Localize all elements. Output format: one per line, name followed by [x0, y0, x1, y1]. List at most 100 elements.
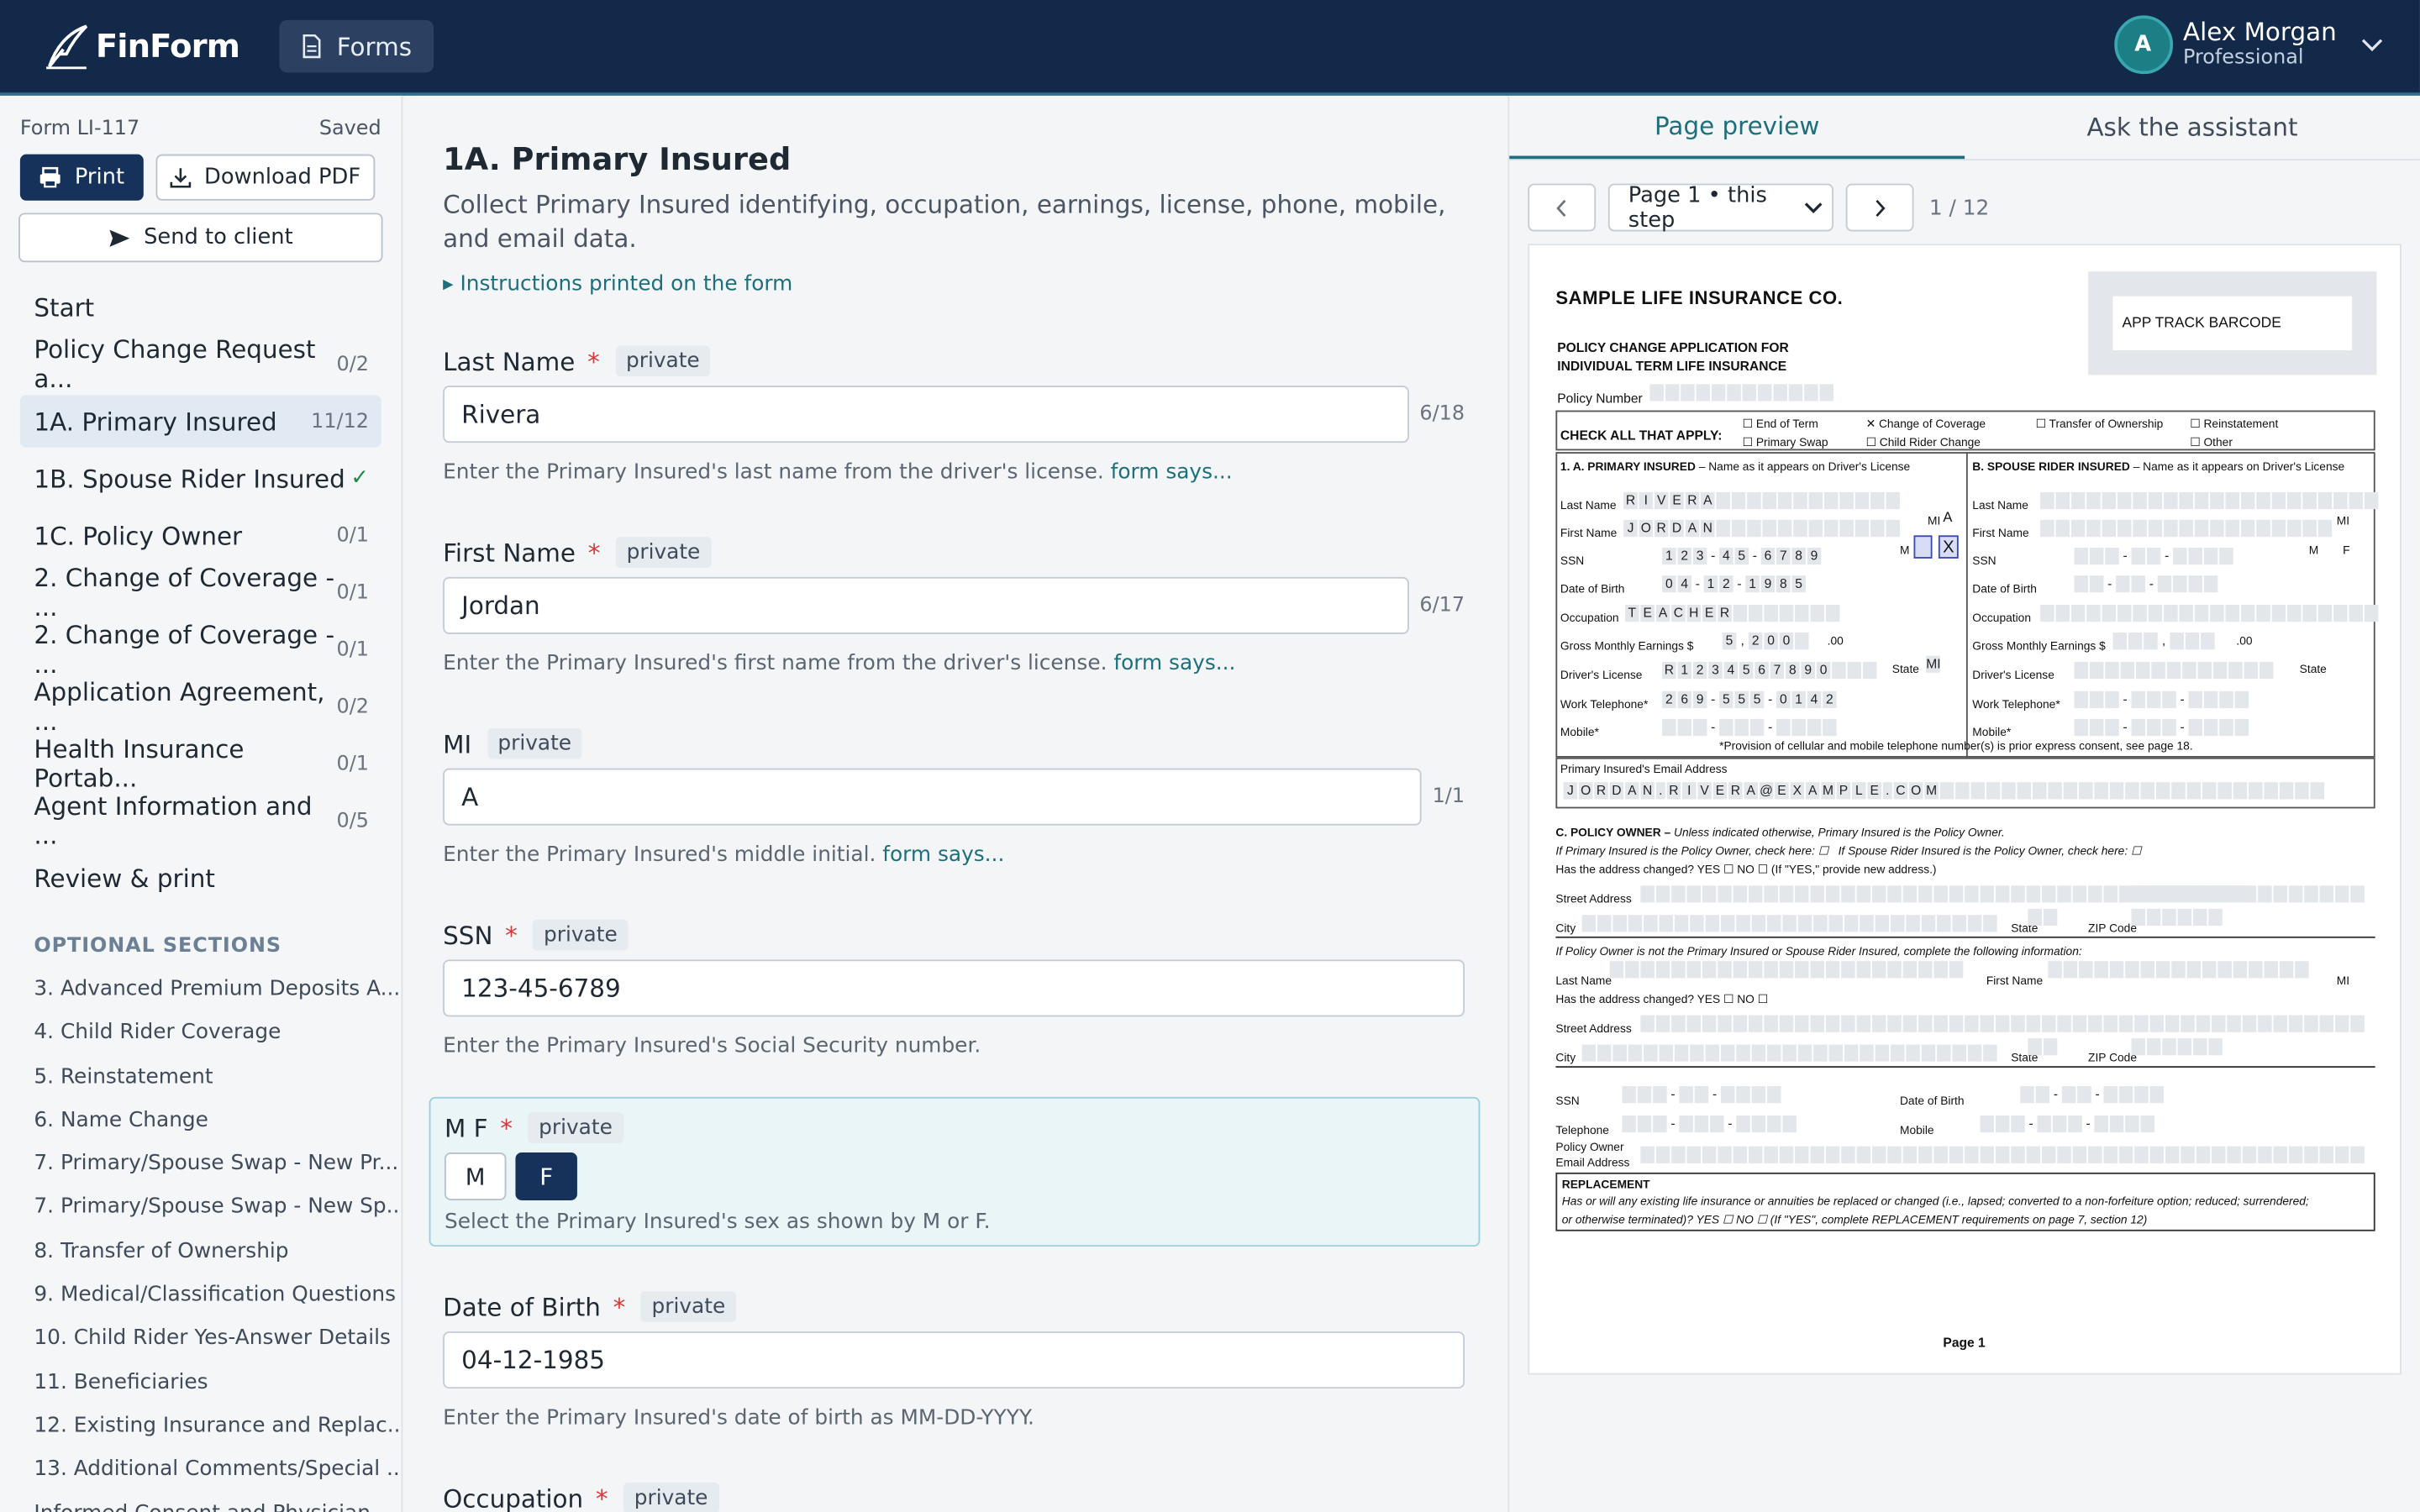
nav-item-start[interactable]: Start — [20, 281, 381, 333]
optional-item[interactable]: Informed Consent and Physician... — [0, 1491, 402, 1512]
owner-email-cell — [2149, 1146, 2165, 1163]
extra-value-cell — [2146, 1038, 2161, 1056]
ssn-field: SSN * private 123-45-6789 Enter the Primar… — [443, 919, 1465, 1058]
nav-item-health-insurance[interactable]: Health Insurance Portab... 0/1 — [20, 734, 381, 793]
primary-value-cell: 5 — [1734, 690, 1749, 709]
first-name-input[interactable]: Jordan — [443, 576, 1409, 634]
print-button[interactable]: Print — [19, 154, 144, 201]
optional-item[interactable]: 6. Name Change — [0, 1099, 402, 1142]
nav-item-agent-information[interactable]: Agent Information and ... 0/5 — [20, 791, 381, 850]
mi-input[interactable]: A — [443, 768, 1422, 826]
street2-cell — [1825, 1015, 1840, 1032]
primary-value-cell: A — [1685, 519, 1700, 538]
finform-logo[interactable]: FinForm — [40, 20, 240, 72]
tab-ask-assistant[interactable]: Ask the assistant — [1965, 96, 2420, 159]
street2-cell — [1733, 1015, 1748, 1032]
owner-email-cell — [1871, 1146, 1886, 1163]
ssn-input[interactable]: 123-45-6789 — [443, 959, 1465, 1017]
send-to-client-button[interactable]: Send to client — [18, 213, 383, 263]
nav-item-change-coverage-2[interactable]: 2. Change of Coverage - ... 0/1 — [20, 620, 381, 679]
instructions-toggle[interactable]: ▸ Instructions printed on the form — [443, 271, 792, 296]
street2-cell — [1671, 1015, 1686, 1032]
extra-value-cell: - — [2095, 1086, 2100, 1102]
form-says-link[interactable]: form says... — [882, 843, 1004, 867]
nav-item-policy-change[interactable]: Policy Change Request a... 0/2 — [20, 335, 381, 394]
nav-item-spouse-rider[interactable]: 1B. Spouse Rider Insured ✓ — [20, 452, 381, 504]
spouse-value-cell: - — [2123, 690, 2128, 707]
city2-cell — [1720, 1044, 1735, 1062]
optional-item[interactable]: 10. Child Rider Yes-Answer Details — [0, 1316, 402, 1360]
optional-item[interactable]: 4. Child Rider Coverage — [0, 1011, 402, 1055]
nav-item-review-print[interactable]: Review & print — [20, 852, 381, 904]
optional-item[interactable]: 9. Medical/Classification Questions — [0, 1273, 402, 1316]
owner-first-cell — [2155, 961, 2170, 979]
primary-value-cell: T — [1625, 604, 1639, 622]
optional-item[interactable]: 12. Existing Insurance and Replac... — [0, 1404, 401, 1447]
street1-cell — [2026, 885, 2041, 903]
extra-value-cell — [2162, 885, 2176, 903]
field-help: Select the Primary Insured's sex as show… — [444, 1209, 991, 1235]
email-cells-cell — [2079, 782, 2093, 800]
spouse-value-cell — [2102, 519, 2117, 538]
sex-option-m[interactable]: M — [444, 1152, 507, 1200]
primary-value-cell — [1847, 661, 1862, 680]
nav-item-application-agreement[interactable]: Application Agreement, ... 0/2 — [20, 677, 381, 736]
addr-changed-line: Has the address changed? YES ☐ NO ☐ (If … — [1555, 862, 1937, 877]
optional-item[interactable]: 5. Reinstatement — [0, 1055, 402, 1099]
city1-cell — [1875, 915, 1890, 932]
owner-email-cell — [1856, 1146, 1871, 1163]
email-cells-cell — [1986, 782, 2001, 800]
street1-cell — [1965, 885, 1979, 903]
email-cells-cell: C — [1893, 782, 1908, 800]
city2-cell — [1597, 1044, 1612, 1062]
owner-first-cell — [2171, 961, 2186, 979]
spouse-value-cell — [2074, 575, 2089, 593]
nav-item-policy-owner[interactable]: 1C. Policy Owner 0/1 — [20, 509, 381, 561]
spouse-value-cell — [2201, 633, 2215, 650]
primary-value-cell — [1810, 604, 1824, 622]
optional-item[interactable]: 7. Primary/Spouse Swap - New Sp... — [0, 1185, 401, 1229]
street1-cell — [1655, 885, 1670, 903]
forms-button[interactable]: Forms — [279, 19, 434, 73]
optional-item[interactable]: 7. Primary/Spouse Swap - New Pr... — [0, 1142, 402, 1186]
nav-label: Health Insurance Portab... — [34, 734, 245, 794]
email-cells-cell — [2048, 782, 2062, 800]
nav-item-change-coverage-1[interactable]: 2. Change of Coverage - ... 0/1 — [20, 563, 381, 622]
primary-value-cell — [1747, 519, 1761, 538]
sex-option-f[interactable]: F — [515, 1152, 577, 1200]
check-option: Other — [2203, 434, 2233, 449]
email-cells-cell: E — [1775, 782, 1789, 800]
optional-item[interactable]: 11. Beneficiaries — [0, 1360, 402, 1404]
primary-value-cell: 5 — [1722, 633, 1737, 650]
form-says-link[interactable]: form says... — [1111, 459, 1233, 484]
form-says-link[interactable]: form says... — [1113, 651, 1235, 675]
owner-email-cell — [2288, 1146, 2303, 1163]
user-menu[interactable]: A Alex Morgan Professional — [2113, 15, 2383, 75]
owner-last-cell — [1733, 961, 1748, 979]
street1-cell — [2072, 885, 2087, 903]
primary-value-cell — [1777, 519, 1792, 538]
tab-page-preview[interactable]: Page preview — [1509, 96, 1965, 160]
owner-first-cell — [2094, 961, 2108, 979]
addr-changed-no: NO — [1737, 991, 1754, 1006]
primary-value: RIVERA — [1623, 491, 1900, 510]
next-page-button[interactable] — [1845, 183, 1914, 232]
prev-page-button[interactable] — [1528, 183, 1597, 232]
last-name-input[interactable]: Rivera — [443, 386, 1409, 444]
dob-input[interactable]: 04-12-1985 — [443, 1331, 1465, 1389]
email-cells-cell — [2063, 782, 2078, 800]
city2-cell — [1767, 1044, 1781, 1062]
page-select[interactable]: Page 1 • this step — [1607, 183, 1833, 232]
email-cells-cell: R — [1728, 782, 1743, 800]
sidebar: Form LI-117 Saved Print Download PDF Sen… — [0, 95, 403, 1512]
optional-item[interactable]: 3. Advanced Premium Deposits A... — [0, 968, 402, 1011]
primary-value-cell: A — [1701, 491, 1715, 510]
download-pdf-button[interactable]: Download PDF — [155, 154, 376, 201]
field-help: Enter the Primary Insured's first name f… — [443, 651, 1107, 676]
optional-item[interactable]: 8. Transfer of Ownership — [0, 1229, 402, 1273]
nav-item-primary-insured[interactable]: 1A. Primary Insured 11/12 — [19, 395, 381, 448]
city1-cell — [1937, 915, 1951, 932]
sex-field-highlight: M F * private M F Select the Primary Insur… — [429, 1096, 1481, 1247]
nav-count: 11/12 — [311, 409, 369, 433]
optional-item[interactable]: 13. Additional Comments/Special ... — [0, 1447, 401, 1491]
